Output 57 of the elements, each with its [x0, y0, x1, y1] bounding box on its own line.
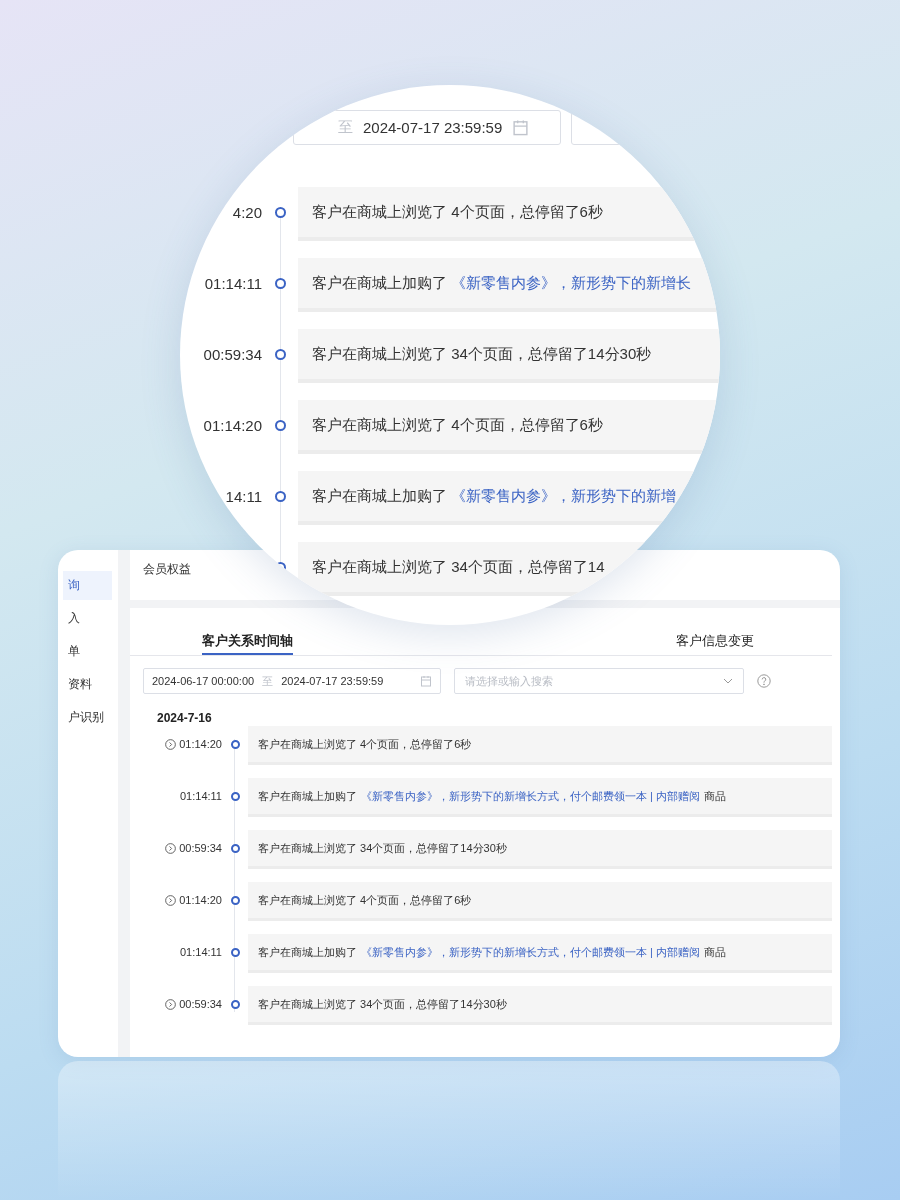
timeline-dot: [274, 490, 286, 502]
timeline-dot: [274, 206, 286, 218]
purchase-event-text: 客户在商城上加购了 《新零售内参》，新形势下的新增长方式，付个邮费领一本 | 内部赠阅 商品: [258, 944, 726, 960]
browse-event-text: 客户在商城上浏览了 34个页面，总停留了14分30秒: [258, 996, 507, 1012]
browse-event-text: 客户在商城上浏览了 34个页面，总停留了14: [312, 557, 605, 577]
product-link[interactable]: 《新零售内参》，新形势下的新增长: [451, 273, 691, 291]
timeline-dot: [230, 791, 240, 801]
chevron-down-icon: [723, 678, 733, 684]
sidebar-item[interactable]: 入: [63, 604, 112, 633]
event-time: 01:14:11: [204, 274, 262, 292]
product-link[interactable]: 《新零售内参》，新形势下的新增长方式，付个邮费领一本 | 内部赠阅: [361, 789, 700, 802]
expand-icon[interactable]: [165, 998, 177, 1010]
purchase-event-text: 客户在商城上加购了 《新零售内参》，新形势下的新增: [312, 486, 677, 506]
sidebar-item[interactable]: 户识别: [63, 703, 112, 732]
event-time: 14:11: [225, 487, 262, 505]
tab[interactable]: 客户信息变更: [676, 629, 754, 655]
event-time: 01:14:11: [180, 946, 222, 958]
expand-icon[interactable]: [165, 738, 177, 750]
timeline-dot: [274, 277, 286, 289]
event-time: 4:20: [232, 203, 262, 221]
event-time: 01:14:20: [203, 416, 262, 434]
browse-event-text: 客户在商城上浏览了 4个页面，总停留了6秒: [258, 892, 472, 908]
sidebar-item[interactable]: 询: [63, 571, 112, 600]
browse-event-text: 客户在商城上浏览了 34个页面，总停留了14分30秒: [258, 840, 507, 856]
tab[interactable]: 客户关系时间轴: [201, 629, 293, 655]
date-range-field[interactable]: 至 2024-07-17 23:59:59: [293, 110, 561, 145]
help-icon[interactable]: [757, 674, 771, 688]
purchase-event-text: 客户在商城上加购了 《新零售内参》，新形势下的新增长: [312, 273, 692, 293]
browse-event-text: 客户在商城上浏览了 4个页面，总停留了6秒: [312, 415, 603, 435]
expand-icon[interactable]: [165, 842, 177, 854]
event-time: 01:14:20: [179, 894, 222, 906]
timeline-dot: [274, 419, 286, 431]
timeline-dot: [230, 947, 240, 957]
purchase-event-text: 客户在商城上加购了 《新零售内参》，新形势下的新增长方式，付个邮费领一本 | 内部赠阅 商品: [258, 788, 726, 804]
date-heading: 2024-7-16: [156, 710, 213, 725]
timeline-dot: [230, 999, 240, 1009]
event-time: 01:14:11: [180, 790, 222, 802]
date-range-field[interactable]: 2024-06-17 00:00:00 至 2024-07-17 23:59:59: [143, 668, 441, 694]
calendar-icon: [512, 119, 530, 136]
calendar-icon: [420, 675, 432, 687]
product-link[interactable]: 《新零售内参》，新形势下的新增: [451, 486, 676, 504]
event-time: 00:59:34: [203, 345, 262, 363]
event-time: 00:59:34: [179, 842, 222, 854]
timeline-dot: [274, 348, 286, 360]
browse-event-text: 客户在商城上浏览了 34个页面，总停留了14分30秒: [312, 344, 652, 364]
product-link[interactable]: 《新零售内参》，新形势下的新增长方式，付个邮费领一本 | 内部赠阅: [361, 945, 700, 958]
sidebar-item[interactable]: 资料: [63, 670, 112, 699]
event-time: 01:14:20: [179, 738, 222, 750]
timeline-dot: [230, 843, 240, 853]
sidebar-item[interactable]: 单: [63, 637, 112, 666]
timeline-dot: [230, 895, 240, 905]
timeline-dot: [230, 739, 240, 749]
event-time: 00:59:34: [179, 998, 222, 1010]
expand-icon[interactable]: [165, 894, 177, 906]
section-title: 会员权益: [143, 562, 191, 576]
browse-event-text: 客户在商城上浏览了 4个页面，总停留了6秒: [312, 202, 603, 222]
browse-event-text: 客户在商城上浏览了 4个页面，总停留了6秒: [258, 736, 472, 752]
